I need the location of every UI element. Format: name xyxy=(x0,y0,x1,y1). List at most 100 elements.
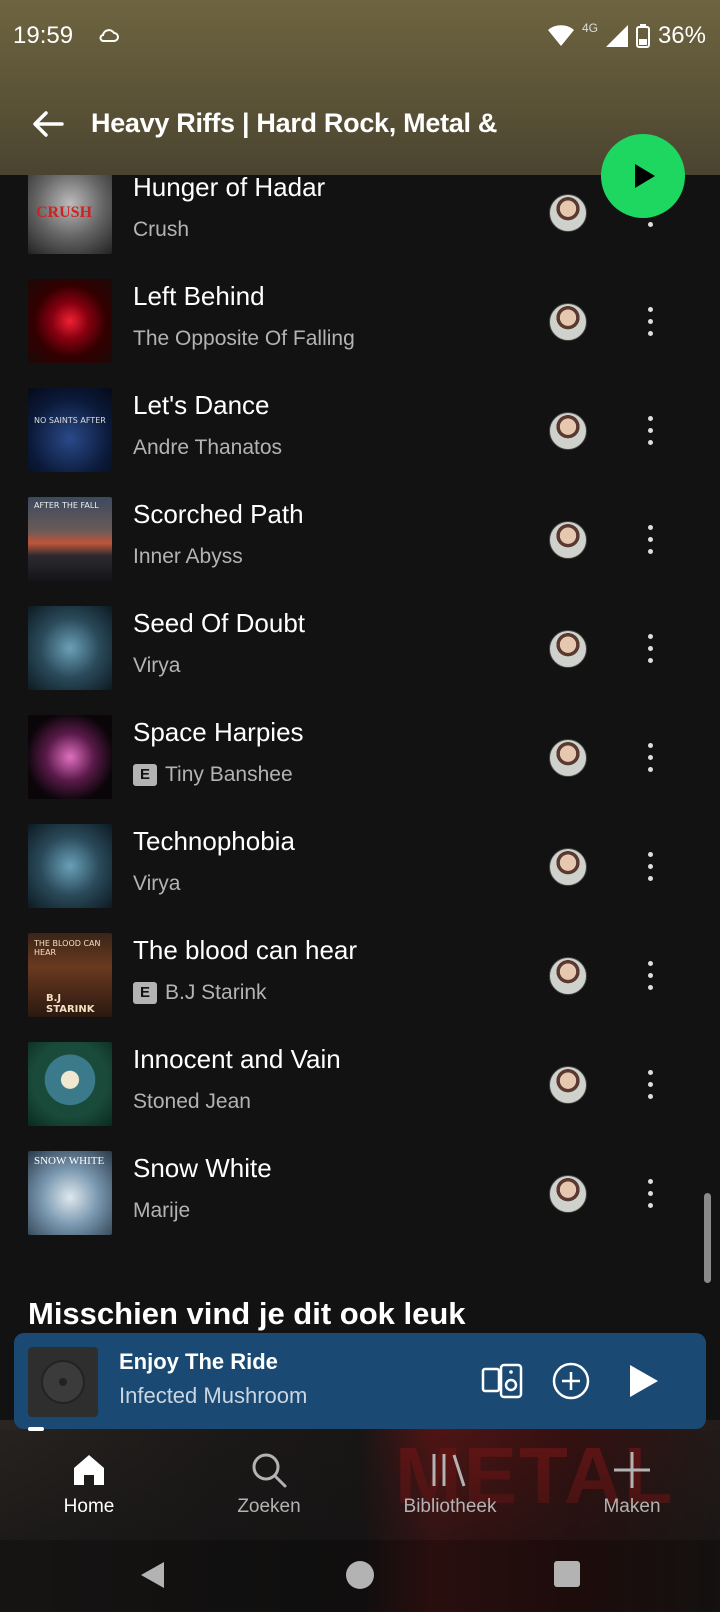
mini-play-icon[interactable] xyxy=(620,1359,664,1403)
track-row[interactable]: Left Behind The Opposite Of Falling xyxy=(0,279,720,391)
now-playing-title: Enjoy The Ride xyxy=(119,1349,278,1374)
added-by-avatar[interactable] xyxy=(549,521,587,559)
track-row[interactable]: Space Harpies E Tiny Banshee xyxy=(0,715,720,827)
artist-name: Virya xyxy=(133,654,181,677)
artist-name: The Opposite Of Falling xyxy=(133,327,355,350)
artist-name: Tiny Banshee xyxy=(165,763,293,786)
nav-label: Bibliotheek xyxy=(403,1496,497,1517)
more-options-icon[interactable] xyxy=(638,412,662,448)
track-artist: Crush xyxy=(133,218,189,242)
more-options-icon[interactable] xyxy=(638,957,662,993)
system-home-icon[interactable] xyxy=(345,1560,375,1594)
battery-icon xyxy=(635,24,650,48)
album-art: SNOW WHITE xyxy=(28,1151,112,1235)
album-art: AFTER THE FALL xyxy=(28,497,112,581)
cloud-icon xyxy=(98,26,120,50)
track-row[interactable]: Technophobia Virya xyxy=(0,824,720,936)
explicit-badge: E xyxy=(133,982,157,1004)
battery-percent: 36% xyxy=(657,22,706,49)
nav-label: Maken xyxy=(603,1496,661,1517)
more-options-icon[interactable] xyxy=(638,521,662,557)
search-icon xyxy=(252,1453,287,1488)
play-icon xyxy=(635,164,655,188)
more-options-icon[interactable] xyxy=(638,630,662,666)
playlist-title: Heavy Riffs | Hard Rock, Metal & xyxy=(91,108,498,138)
track-artist: Inner Abyss xyxy=(133,545,243,569)
mini-player[interactable]: Enjoy The Ride Infected Mushroom xyxy=(14,1333,706,1429)
nav-label: Home xyxy=(63,1496,115,1517)
more-options-icon[interactable] xyxy=(638,1175,662,1211)
artist-name: Marije xyxy=(133,1199,191,1222)
track-row[interactable]: NO SAINTS AFTER Let's Dance Andre Thanat… xyxy=(0,388,720,500)
album-art xyxy=(28,606,112,690)
artist-name: B.J Starink xyxy=(165,981,267,1004)
track-title: Space Harpies xyxy=(133,717,304,747)
track-row[interactable]: SNOW WHITE Snow White Marije xyxy=(0,1151,720,1263)
track-artist: Stoned Jean xyxy=(133,1090,251,1114)
bottom-nav: Home Zoeken Bibliotheek Maken xyxy=(0,1430,720,1540)
added-by-avatar[interactable] xyxy=(549,1066,587,1104)
nav-create[interactable]: Maken xyxy=(572,1450,692,1518)
album-art: THE BLOOD CAN HEAR B.J STARINK xyxy=(28,933,112,1017)
now-playing-artist: Infected Mushroom xyxy=(119,1383,308,1408)
track-title: Snow White xyxy=(133,1153,272,1183)
added-by-avatar[interactable] xyxy=(549,194,587,232)
track-artist: Marije xyxy=(133,1199,190,1223)
artist-name: Stoned Jean xyxy=(133,1090,251,1113)
playback-progress xyxy=(28,1427,44,1431)
added-by-avatar[interactable] xyxy=(549,630,587,668)
track-row[interactable]: Innocent and Vain Stoned Jean xyxy=(0,1042,720,1154)
track-artist: Virya xyxy=(133,654,180,678)
added-by-avatar[interactable] xyxy=(549,412,587,450)
artist-name: Andre Thanatos xyxy=(133,436,283,459)
track-artist: E Tiny Banshee xyxy=(133,763,293,787)
track-title: Seed Of Doubt xyxy=(133,608,305,638)
track-row[interactable]: Seed Of Doubt Virya xyxy=(0,606,720,718)
album-art xyxy=(28,824,112,908)
system-navigation xyxy=(0,1540,720,1612)
back-arrow-icon[interactable] xyxy=(28,104,68,144)
track-artist: The Opposite Of Falling xyxy=(133,327,355,351)
nav-home[interactable]: Home xyxy=(29,1450,149,1518)
added-by-avatar[interactable] xyxy=(549,1175,587,1213)
track-row[interactable]: AFTER THE FALL Scorched Path Inner Abyss xyxy=(0,497,720,609)
play-button[interactable] xyxy=(601,134,685,218)
nav-library[interactable]: Bibliotheek xyxy=(390,1450,510,1518)
track-title: Hunger of Hadar xyxy=(133,172,326,202)
now-playing-art xyxy=(28,1347,98,1417)
added-by-avatar[interactable] xyxy=(549,957,587,995)
album-art xyxy=(28,1042,112,1126)
signal-icon xyxy=(605,25,628,47)
track-title: The blood can hear xyxy=(133,935,358,965)
artist-name: Crush xyxy=(133,218,190,241)
more-options-icon[interactable] xyxy=(638,739,662,775)
album-art xyxy=(28,279,112,363)
track-title: Technophobia xyxy=(133,826,295,856)
more-options-icon[interactable] xyxy=(638,1066,662,1102)
nav-search[interactable]: Zoeken xyxy=(209,1450,329,1518)
plus-icon xyxy=(614,1452,650,1488)
scrollbar[interactable] xyxy=(704,1193,711,1283)
add-to-library-icon[interactable] xyxy=(549,1359,593,1403)
added-by-avatar[interactable] xyxy=(549,848,587,886)
track-title: Innocent and Vain xyxy=(133,1044,341,1074)
track-title: Let's Dance xyxy=(133,390,270,420)
more-options-icon[interactable] xyxy=(638,303,662,339)
album-art: NO SAINTS AFTER xyxy=(28,388,112,472)
more-options-icon[interactable] xyxy=(638,848,662,884)
home-icon xyxy=(74,1455,104,1485)
added-by-avatar[interactable] xyxy=(549,739,587,777)
system-recents-icon[interactable] xyxy=(553,1560,581,1592)
album-art xyxy=(28,715,112,799)
track-title: Left Behind xyxy=(133,281,265,311)
explicit-badge: E xyxy=(133,764,157,786)
library-icon xyxy=(432,1454,466,1487)
album-art: CRUSH xyxy=(28,170,112,254)
status-bar: 19:59 4G 36% xyxy=(0,21,720,58)
track-artist: Virya xyxy=(133,872,180,896)
connect-device-icon[interactable] xyxy=(480,1359,524,1403)
added-by-avatar[interactable] xyxy=(549,303,587,341)
track-artist: E B.J Starink xyxy=(133,981,267,1005)
track-row[interactable]: THE BLOOD CAN HEAR B.J STARINK The blood… xyxy=(0,933,720,1045)
system-back-icon[interactable] xyxy=(138,1560,168,1594)
